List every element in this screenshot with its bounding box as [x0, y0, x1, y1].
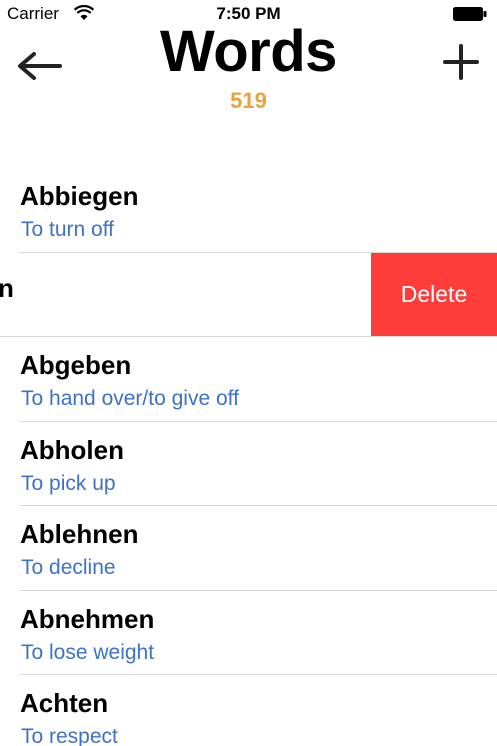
word-label: Achten — [20, 688, 109, 718]
navigation-bar: Words 519 — [0, 18, 497, 128]
translation-label: To respect — [21, 725, 118, 746]
delete-button[interactable]: Delete — [371, 252, 497, 337]
word-label: Ablehnen — [20, 519, 139, 549]
word-label: n — [0, 273, 14, 304]
list-item-swiped[interactable]: n Delete — [0, 252, 497, 337]
list-item[interactable]: Abgeben To hand over/to give off — [20, 337, 497, 422]
list-item[interactable]: Ablehnen To decline — [20, 506, 497, 591]
list-item[interactable]: Abbiegen To turn off — [20, 168, 497, 253]
translation-label: To hand over/to give off — [21, 387, 239, 410]
translation-label: To lose weight — [21, 640, 155, 664]
translation-label: To decline — [21, 556, 116, 579]
word-label: Abholen — [20, 434, 124, 465]
word-count: 519 — [230, 88, 267, 113]
word-label: Abbiegen — [20, 181, 139, 211]
list-item[interactable]: Abnehmen To lose weight — [20, 591, 497, 675]
word-list: Abbiegen To turn off n Delete Abgeben To… — [0, 168, 497, 746]
list-item[interactable]: Abholen To pick up — [20, 422, 497, 506]
translation-label: To turn off — [21, 218, 115, 241]
word-label: Abgeben — [20, 350, 132, 380]
page-title: Words — [160, 19, 337, 84]
word-label: Abnehmen — [20, 603, 155, 634]
add-plus-icon[interactable] — [439, 40, 483, 84]
translation-label: To pick up — [21, 471, 116, 495]
list-item[interactable]: Achten To respect — [20, 675, 497, 746]
